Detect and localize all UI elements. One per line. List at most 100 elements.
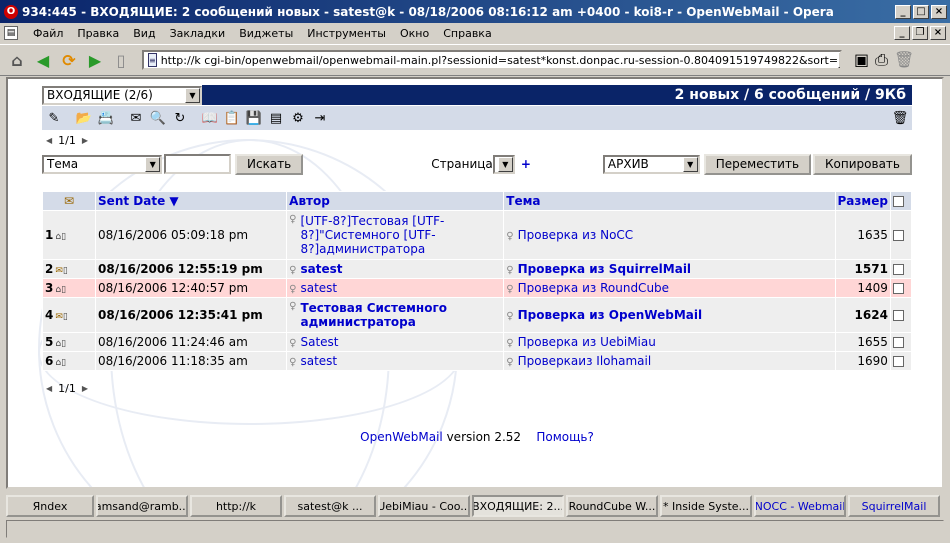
- page-menu-icon[interactable]: ▤: [4, 26, 18, 40]
- row-subject[interactable]: Проверкаиз Ilohamail: [518, 354, 652, 368]
- table-header-row: ✉ Sent Date ▼ Автор Тема Размер: [43, 192, 911, 210]
- folder-select[interactable]: ВХОДЯЩИЕ (2/6) ▼: [42, 85, 202, 105]
- row-date: 08/16/2006 11:18:35 am: [96, 352, 287, 370]
- row-checkbox[interactable]: [890, 211, 911, 259]
- tab-satest[interactable]: satest@k ...: [284, 495, 376, 517]
- print-icon[interactable]: ⎙: [875, 50, 888, 70]
- row-author[interactable]: Satest: [300, 335, 338, 349]
- compose-icon[interactable]: ✎: [44, 108, 64, 128]
- ssh-icon[interactable]: ▤: [266, 108, 286, 128]
- panel-icon[interactable]: ▣: [854, 50, 869, 70]
- menu-view[interactable]: Вид: [126, 27, 162, 40]
- row-checkbox[interactable]: [890, 260, 911, 278]
- menu-file[interactable]: Файл: [26, 27, 70, 40]
- move-button[interactable]: Переместить: [703, 153, 812, 175]
- next-page-icon[interactable]: ▶: [82, 136, 88, 145]
- empty-trash-icon[interactable]: 🗑: [890, 108, 910, 128]
- folders-icon[interactable]: 📂: [74, 108, 94, 128]
- maximize-button[interactable]: □: [913, 4, 929, 19]
- menu-tools[interactable]: Инструменты: [300, 27, 393, 40]
- menu-window[interactable]: Окно: [393, 27, 436, 40]
- webdisk-icon[interactable]: 💾: [244, 108, 264, 128]
- add-page-link[interactable]: +: [521, 157, 531, 171]
- row-date: 08/16/2006 12:35:41 pm: [96, 298, 287, 332]
- address-book-icon[interactable]: 📇: [96, 108, 116, 128]
- mdi-restore-button[interactable]: ❐: [912, 26, 928, 40]
- menu-widgets[interactable]: Виджеты: [232, 27, 300, 40]
- table-row[interactable]: 5 ⌂▯ 08/16/2006 11:24:46 am ♀ Satest ♀ Пров…: [43, 333, 911, 351]
- menu-help[interactable]: Справка: [436, 27, 498, 40]
- row-subject[interactable]: Проверка из OpenWebMail: [518, 308, 702, 322]
- row-author[interactable]: satest: [300, 354, 337, 368]
- row-size: 1690: [835, 352, 890, 370]
- mdi-close-button[interactable]: ×: [930, 26, 946, 40]
- size-column-header[interactable]: Размер: [835, 192, 890, 210]
- tab-http[interactable]: http://k: [190, 495, 282, 517]
- row-subject[interactable]: Проверка из RoundCube: [518, 281, 669, 295]
- menu-bookmarks[interactable]: Закладки: [163, 27, 233, 40]
- close-button[interactable]: ×: [931, 4, 947, 19]
- row-subject[interactable]: Проверка из NoCC: [518, 228, 634, 242]
- table-row[interactable]: 2 ✉▯ 08/16/2006 12:55:19 pm ♀ satest ♀ Пров…: [43, 260, 911, 278]
- row-checkbox[interactable]: [890, 352, 911, 370]
- row-author[interactable]: [UTF-8?]Тестовая [UTF-8?]"Системного [UT…: [300, 214, 501, 256]
- table-row[interactable]: 3 ⌂▯ 08/16/2006 12:40:57 pm ♀ satest ♀ Пров…: [43, 279, 911, 297]
- row-subject[interactable]: Проверка из UebiMiau: [518, 335, 656, 349]
- minimize-button[interactable]: _: [895, 4, 911, 19]
- row-subject[interactable]: Проверка из SquirrelMail: [518, 262, 691, 276]
- calendar-icon[interactable]: 📖: [200, 108, 220, 128]
- row-author[interactable]: Тестовая Системного администратора: [300, 301, 501, 329]
- forward-icon[interactable]: ▶: [84, 49, 106, 71]
- copy-button[interactable]: Копировать: [813, 153, 912, 175]
- page-select[interactable]: 1 ▼: [492, 154, 515, 174]
- pop3-icon[interactable]: ✉: [126, 108, 146, 128]
- tab-inside-system[interactable]: * Inside Syste...: [660, 495, 752, 517]
- status-column-header[interactable]: ✉: [43, 192, 96, 210]
- subject-column-header[interactable]: Тема: [504, 192, 835, 210]
- search-field-select[interactable]: Тема ▼: [42, 154, 163, 174]
- tab-rambler[interactable]: amsand@ramb...: [96, 495, 188, 517]
- tab-roundcube[interactable]: RoundCube W...: [566, 495, 658, 517]
- refresh-icon[interactable]: ↻: [170, 108, 190, 128]
- move-folder-select[interactable]: АРХИВ ▼: [602, 154, 700, 174]
- search-input[interactable]: [164, 154, 232, 174]
- row-checkbox[interactable]: [890, 298, 911, 332]
- table-row[interactable]: 4 ✉▯ 08/16/2006 12:35:41 pm ♀ Тестовая Сис…: [43, 298, 911, 332]
- tab-squirrelmail[interactable]: SquirrelMail: [848, 495, 940, 517]
- select-all-checkbox[interactable]: [890, 192, 911, 210]
- new-page-icon[interactable]: ▯: [110, 49, 132, 71]
- row-checkbox[interactable]: [890, 333, 911, 351]
- openwebmail-link[interactable]: OpenWebMail: [360, 430, 443, 444]
- help-link[interactable]: Помощь?: [536, 430, 594, 444]
- search-button[interactable]: Искать: [235, 153, 304, 175]
- row-author[interactable]: satest: [300, 281, 337, 295]
- tab-inbox[interactable]: ВХОДЯЩИЕ: 2...: [472, 495, 564, 517]
- row-author[interactable]: satest: [300, 262, 342, 276]
- preferences-icon[interactable]: ⚙: [288, 108, 308, 128]
- chevron-down-icon: ▼: [497, 156, 513, 172]
- address-url: http://k cgi-bin/openwebmail/openwebmail…: [160, 53, 839, 67]
- logout-icon[interactable]: ⇥: [310, 108, 330, 128]
- tab-yandex[interactable]: Яndex: [6, 495, 94, 517]
- prev-page-icon[interactable]: ◀: [46, 136, 52, 145]
- reload-icon[interactable]: ⟳: [58, 49, 80, 71]
- address-dropdown-icon[interactable]: ▼: [838, 52, 840, 68]
- date-column-header[interactable]: Sent Date ▼: [96, 192, 287, 210]
- table-row[interactable]: 1 ⌂▯ 08/16/2006 05:09:18 pm ♀ [UTF-8?]Тест…: [43, 211, 911, 259]
- tab-uebimiau[interactable]: UebiMiau - Coo...: [378, 495, 470, 517]
- table-row[interactable]: 6 ⌂▯ 08/16/2006 11:18:35 am ♀ satest ♀ Пров…: [43, 352, 911, 370]
- tab-nocc[interactable]: NOCC - Webmail: [754, 495, 846, 517]
- prev-page-icon[interactable]: ◀: [46, 384, 52, 393]
- search-icon[interactable]: 🔍: [148, 108, 168, 128]
- menu-edit[interactable]: Правка: [70, 27, 126, 40]
- footer: OpenWebMail version 2.52 Помощь?: [42, 430, 912, 444]
- next-page-icon[interactable]: ▶: [82, 384, 88, 393]
- mdi-minimize-button[interactable]: _: [894, 26, 910, 40]
- notes-icon[interactable]: 📋: [222, 108, 242, 128]
- back-icon[interactable]: ◀: [32, 49, 54, 71]
- trash-can-icon[interactable]: 🗑: [894, 50, 914, 70]
- row-checkbox[interactable]: [890, 279, 911, 297]
- address-field[interactable]: ≡ http://k cgi-bin/openwebmail/openwebma…: [142, 50, 842, 70]
- home-icon[interactable]: ⌂: [6, 49, 28, 71]
- author-column-header[interactable]: Автор: [287, 192, 504, 210]
